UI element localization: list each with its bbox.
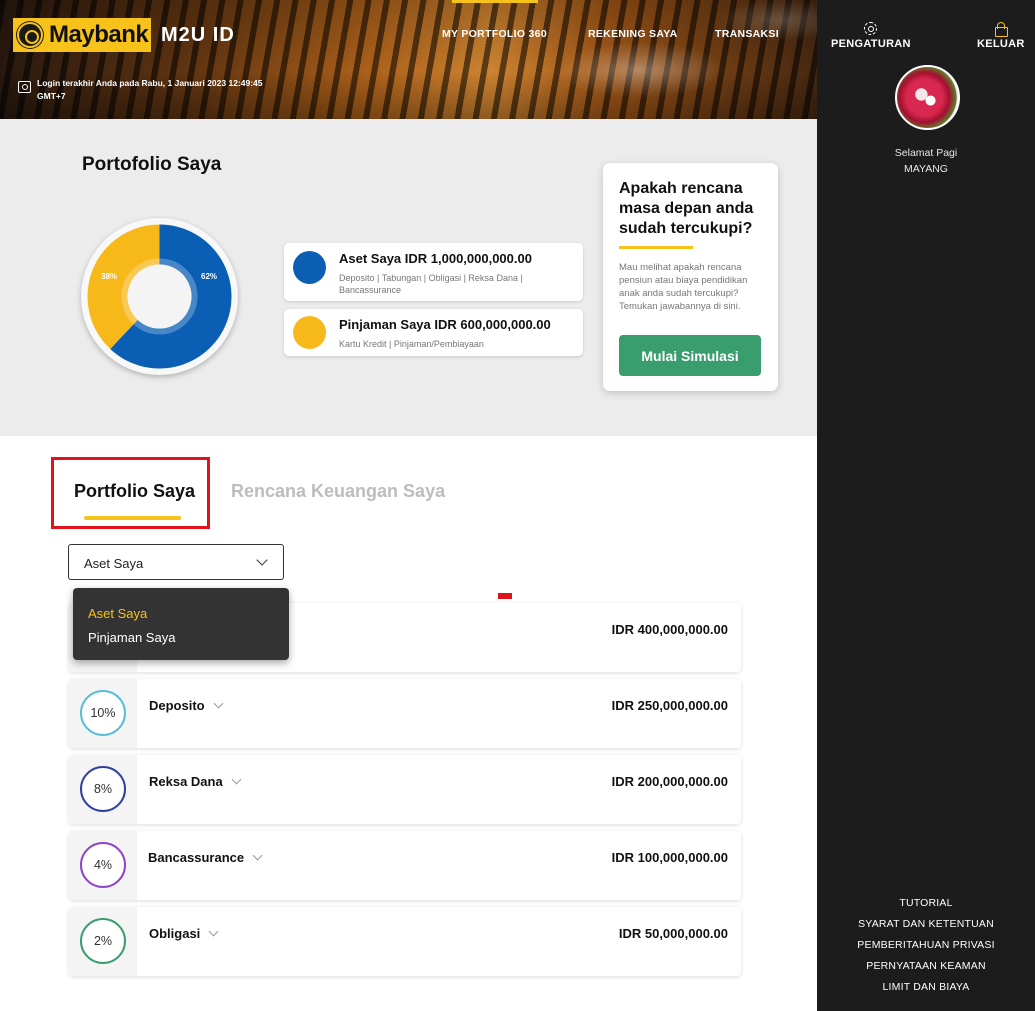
portfolio-donut-chart: 62% 38%: [81, 218, 238, 375]
legend-aset-title: Aset Saya IDR 1,000,000,000.00: [339, 251, 532, 266]
last-login-text: Login terakhir Anda pada Rabu, 1 Januari…: [37, 78, 263, 101]
asset-amount: IDR 50,000,000.00: [618, 926, 728, 941]
asset-type-dropdown: Aset Saya Pinjaman Saya: [73, 588, 289, 660]
asset-name-text: Bancassurance: [148, 850, 245, 865]
nav-transaksi[interactable]: TRANSAKSI: [715, 28, 779, 40]
chevron-down-icon[interactable]: [231, 774, 242, 785]
dropdown-option-aset-saya[interactable]: Aset Saya: [73, 602, 289, 626]
nav-my-portfolio-360[interactable]: MY PORTFOLIO 360: [442, 28, 547, 40]
red-marker: [498, 593, 512, 599]
asset-amount: IDR 100,000,000.00: [611, 850, 728, 865]
asset-row-deposito[interactable]: 10% Deposito IDR 250,000,000.00: [69, 679, 741, 748]
asset-name: Bancassurance: [148, 850, 263, 865]
asset-row-reksa-dana[interactable]: 8% Reksa Dana IDR 200,000,000.00: [69, 755, 741, 824]
header-banner: Maybank M2U ID Login terakhir Anda pada …: [0, 0, 817, 119]
right-sidebar: PENGATURAN KELUAR Selamat Pagi MAYANG TU…: [817, 0, 1035, 1011]
legend-dot-pinjaman: [293, 316, 326, 349]
link-limit-biaya[interactable]: LIMIT DAN BIAYA: [817, 977, 1035, 998]
link-tutorial[interactable]: TUTORIAL: [817, 893, 1035, 914]
tab-active-underline: [84, 516, 181, 520]
chevron-down-icon[interactable]: [213, 698, 224, 709]
row-percent-area: 4%: [69, 831, 137, 900]
row-percent-area: 8%: [69, 755, 137, 824]
avatar[interactable]: [895, 65, 960, 130]
gear-icon: [864, 22, 878, 35]
asset-row-obligasi[interactable]: 2% Obligasi IDR 50,000,000.00: [69, 907, 741, 976]
donut-label-pinjaman: 38%: [101, 272, 118, 281]
percent-ring: 2%: [80, 918, 126, 964]
tab-rencana-keuangan[interactable]: Rencana Keuangan Saya: [231, 481, 445, 502]
simulation-title: Apakah rencana masa depan anda sudah ter…: [619, 180, 754, 237]
logout-button[interactable]: KELUAR: [977, 22, 1025, 50]
asset-name: Reksa Dana: [149, 774, 242, 789]
user-name: MAYANG: [904, 163, 948, 175]
portfolio-summary: Portofolio Saya 62% 38% Aset Saya IDR 1,…: [0, 119, 817, 436]
settings-label: PENGATURAN: [831, 38, 911, 50]
chevron-down-icon[interactable]: [208, 926, 219, 937]
row-percent-area: 2%: [69, 907, 137, 976]
donut-label-aset: 62%: [201, 272, 218, 281]
donut-svg: [87, 224, 232, 369]
legend-dot-aset: [293, 251, 326, 284]
donut-hole: [127, 264, 192, 329]
tab-portfolio-saya[interactable]: Portfolio Saya: [74, 481, 195, 502]
last-login-info: Login terakhir Anda pada Rabu, 1 Januari…: [18, 77, 278, 103]
nav-rekening-saya[interactable]: REKENING SAYA: [588, 28, 677, 40]
link-syarat-ketentuan[interactable]: SYARAT DAN KETENTUAN: [817, 914, 1035, 935]
asset-type-select[interactable]: Aset Saya: [68, 544, 284, 580]
logout-label: KELUAR: [977, 38, 1025, 50]
asset-amount: IDR 400,000,000.00: [611, 622, 728, 637]
dropdown-option-pinjaman-saya[interactable]: Pinjaman Saya: [73, 626, 289, 650]
legend-pinjaman-sub: Kartu Kredit | Pinjaman/Pembiayaan: [339, 339, 484, 349]
legend-aset-sub: Deposito | Tabungan | Obligasi | Reksa D…: [339, 273, 523, 295]
legend-pinjaman-saya[interactable]: Pinjaman Saya IDR 600,000,000.00 Kartu K…: [284, 309, 583, 356]
start-simulation-button[interactable]: Mulai Simulasi: [619, 335, 761, 376]
asset-amount: IDR 250,000,000.00: [611, 698, 728, 713]
login-history-icon: [18, 81, 31, 93]
footer-links: TUTORIAL SYARAT DAN KETENTUAN PEMBERITAH…: [817, 893, 1035, 998]
asset-name-text: Reksa Dana: [149, 774, 223, 789]
percent-ring: 10%: [80, 690, 126, 736]
summary-title: Portofolio Saya: [82, 154, 222, 175]
greeting: Selamat Pagi MAYANG: [817, 145, 1035, 177]
legend-aset-saya[interactable]: Aset Saya IDR 1,000,000,000.00 Deposito …: [284, 243, 583, 301]
legend-pinjaman-title: Pinjaman Saya IDR 600,000,000.00: [339, 317, 551, 332]
asset-amount: IDR 200,000,000.00: [611, 774, 728, 789]
link-pemberitahuan-privasi[interactable]: PEMBERITAHUAN PRIVASI: [817, 935, 1035, 956]
asset-row-bancassurance[interactable]: 4% Bancassurance IDR 100,000,000.00: [69, 831, 741, 900]
asset-name: Obligasi: [149, 926, 219, 941]
chevron-down-icon[interactable]: [252, 850, 263, 861]
asset-name: Deposito: [149, 698, 224, 713]
link-pernyataan-keamanan[interactable]: PERNYATAAN KEAMAN: [817, 956, 1035, 977]
settings-button[interactable]: PENGATURAN: [831, 22, 911, 50]
percent-ring: 4%: [80, 842, 126, 888]
asset-name-text: Deposito: [149, 698, 205, 713]
top-navigation: MY PORTFOLIO 360 REKENING SAYA TRANSAKSI: [0, 28, 817, 42]
nav-active-indicator: [452, 0, 538, 3]
chevron-down-icon: [256, 554, 268, 566]
select-value: Aset Saya: [84, 556, 144, 571]
simulation-text: Mau melihat apakah rencana pensiun atau …: [619, 262, 748, 312]
simulation-underline: [619, 246, 693, 249]
percent-ring: 8%: [80, 766, 126, 812]
asset-name-text: Obligasi: [149, 926, 201, 941]
simulation-card: Apakah rencana masa depan anda sudah ter…: [603, 163, 778, 391]
greeting-text: Selamat Pagi: [894, 147, 958, 159]
row-percent-area: 10%: [69, 679, 137, 748]
lock-icon: [994, 22, 1009, 37]
